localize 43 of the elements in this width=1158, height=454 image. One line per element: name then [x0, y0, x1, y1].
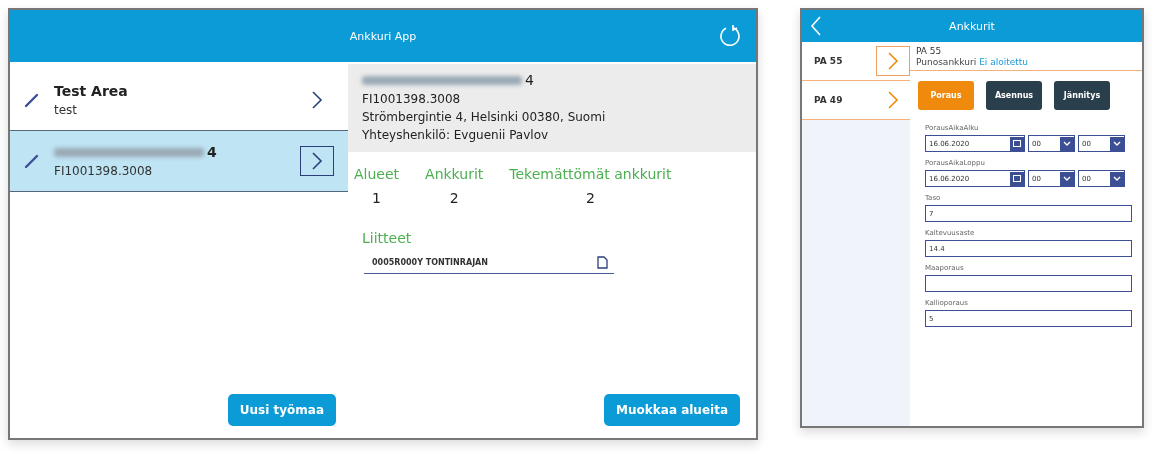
chevron-right-icon: [887, 51, 899, 71]
back-button[interactable]: [810, 15, 822, 37]
calendar-icon: [1010, 136, 1024, 151]
site-title: 4: [207, 144, 217, 160]
anchor-list-item[interactable]: PA 55: [802, 42, 910, 81]
pencil-icon[interactable]: [24, 92, 40, 108]
anchor-status: Ei aloitettu: [979, 57, 1029, 67]
site-subtitle: FI1001398.3008: [54, 164, 154, 178]
chevron-down-icon: [1060, 171, 1074, 186]
attachments-heading: Liitteet: [362, 230, 413, 246]
stat-label: Ankkurit: [425, 166, 484, 182]
chevron-right-icon: [311, 90, 323, 110]
chevron-down-icon: [1110, 136, 1124, 151]
stat-label: Tekemättömät ankkurit: [509, 166, 672, 182]
attachment-item[interactable]: 0005R000Y TONTINRAJAN: [364, 252, 614, 274]
site-title: 4: [525, 72, 534, 88]
site-list-item[interactable]: 4 FI1001398.3008: [10, 130, 348, 192]
site-address: Strömbergintie 4, Helsinki 00380, Suomi: [362, 110, 607, 124]
document-icon: [597, 256, 608, 269]
stat-value: 2: [449, 190, 459, 206]
phase-tab[interactable]: Asennus: [986, 81, 1042, 110]
stat-value: 2: [585, 190, 595, 206]
chevron-right-icon: [311, 151, 323, 171]
chevron-down-icon: [1060, 136, 1074, 151]
refresh-button[interactable]: [718, 24, 742, 48]
chevron-down-icon: [1110, 171, 1124, 186]
stat-value: 1: [372, 190, 381, 206]
phase-tab[interactable]: Jännitys: [1054, 81, 1110, 110]
calendar-icon: [1010, 171, 1024, 186]
site-subtitle: test: [54, 103, 79, 117]
anchor-type: Punosankkuri: [916, 57, 977, 67]
open-button[interactable]: [300, 146, 334, 176]
window-title: Ankkuri App: [349, 29, 417, 43]
anchor-list-item[interactable]: PA 49: [802, 81, 910, 120]
input-field[interactable]: [925, 275, 1132, 292]
chevron-right-icon: [887, 90, 899, 110]
site-title: Test Area: [54, 83, 128, 99]
anchor-name: PA 55: [916, 46, 943, 56]
site-code: FI1001398.3008: [362, 92, 462, 106]
pencil-icon[interactable]: [24, 153, 40, 169]
window-title: Ankkurit: [949, 19, 995, 33]
contact-person: Yhteyshenkilö: Evguenii Pavlov: [362, 128, 550, 142]
stat-label: Alueet: [354, 166, 400, 182]
